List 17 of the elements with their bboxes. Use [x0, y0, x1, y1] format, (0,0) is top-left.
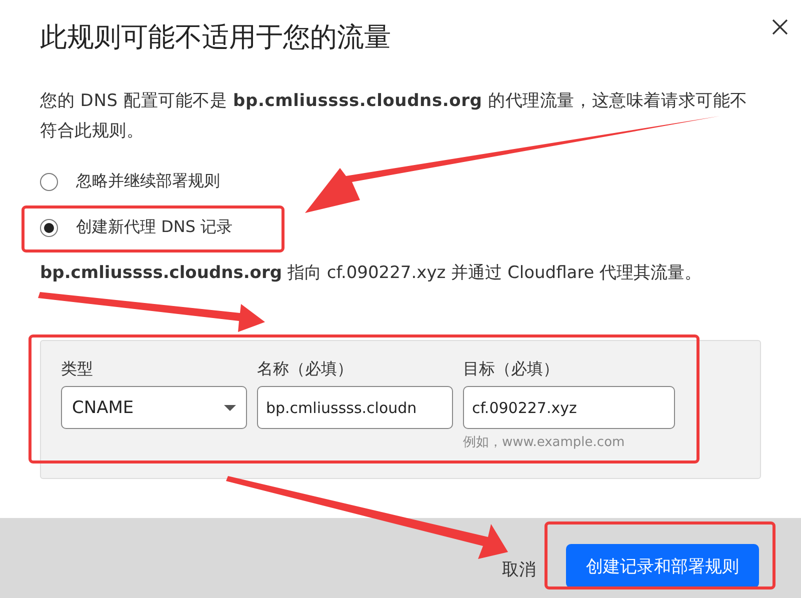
close-icon — [771, 18, 789, 36]
input-field[interactable]: cf.090227.xyz — [463, 386, 675, 429]
dialog-title: 此规则可能不适用于您的流量 — [40, 21, 391, 55]
radio-button[interactable] — [40, 218, 58, 236]
field-label: 类型 — [61, 358, 94, 380]
record-summary: bp.cmliussss.cloudns.org 指向 cf.090227.xyz 并通过 Cloudflare 代理其流量。 — [40, 262, 703, 285]
create-record-button[interactable]: 创建记录和部署规则 — [566, 544, 759, 588]
field-hint: 例如，www.example.com — [463, 434, 626, 451]
radio-option[interactable]: 创建新代理 DNS 记录 — [40, 217, 761, 238]
input-field[interactable]: bp.cmliussss.cloudn — [257, 386, 453, 429]
warning-text: 您的 DNS 配置可能不是 bp.cmliussss.cloudns.org 的代理流量，这意味着请求可能不符合此规则。 — [40, 90, 748, 143]
field-label: 名称（必填） — [257, 358, 354, 380]
radio-button[interactable] — [40, 172, 58, 190]
cancel-link[interactable]: 取消 — [502, 558, 536, 580]
type-dropdown[interactable]: CNAME — [61, 386, 247, 429]
caret-icon — [224, 404, 236, 410]
field-label: 目标（必填） — [463, 358, 560, 380]
